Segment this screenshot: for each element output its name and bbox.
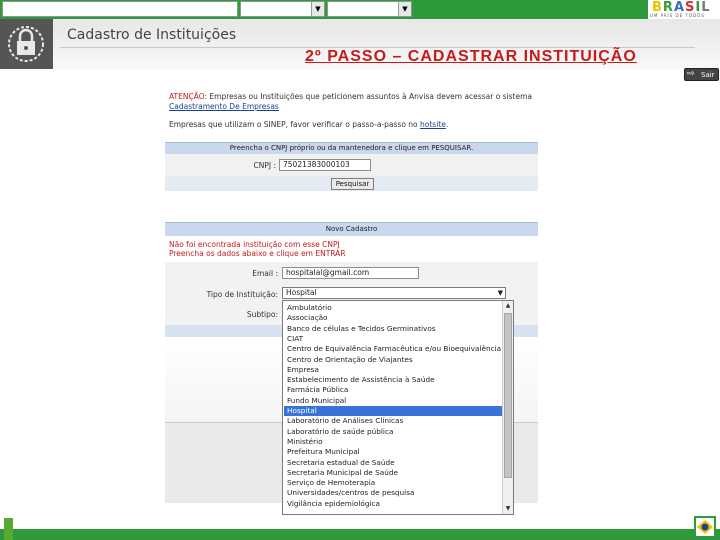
email-field[interactable]: hospitalal@gmail.com: [282, 267, 419, 279]
page-title: Cadastro de Instituições: [67, 27, 237, 43]
exit-label: Sair: [701, 71, 715, 79]
sinep-text: Empresas que utilizam o SINEP, favor ver…: [169, 120, 421, 129]
lock-icon: [8, 26, 44, 62]
scroll-down-icon[interactable]: ▼: [503, 504, 513, 514]
dropdown-option[interactable]: Centro de Orientação de Viajantes: [284, 355, 502, 365]
chevron-down-icon: ▼: [497, 289, 503, 297]
cadastramento-link[interactable]: Cadastramento De Empresas: [169, 102, 279, 111]
bottom-left-accent: [4, 518, 13, 540]
institution-type-value: Hospital: [286, 288, 317, 297]
institution-type-listbox[interactable]: Ambulatório Associação Banco de células e …: [282, 300, 514, 515]
dropdown-option[interactable]: Prefeitura Municipal: [284, 447, 502, 457]
subtype-label: Subtipo:: [246, 310, 278, 319]
dropdown-option[interactable]: Associação: [284, 313, 502, 323]
anvisa-lock-logo: [0, 19, 53, 69]
dropdown-option[interactable]: Laboratório de saúde pública: [284, 427, 502, 437]
sinep-notice: Empresas que utilizam o SINEP, favor ver…: [169, 120, 533, 130]
hotsite-link[interactable]: hotsite: [420, 120, 446, 129]
email-label: Email :: [252, 269, 278, 278]
attention-notice: ATENÇÃO: Empresas ou Instituições que pe…: [169, 92, 533, 112]
cnpj-label: CNPJ :: [253, 161, 277, 170]
dropdown-option[interactable]: Laboratório de Análises Clínicas: [284, 416, 502, 426]
step-title: 2º PASSO – CADASTRAR INSTITUIÇÃO: [305, 48, 637, 65]
dropdown-option[interactable]: Empresa: [284, 365, 502, 375]
chevron-down-icon: ▼: [311, 2, 324, 16]
brasil-logo: BRASIL UM PAÍS DE TODOS: [648, 0, 720, 19]
top-select-1[interactable]: ▼: [240, 1, 325, 17]
sinep-end: .: [445, 120, 449, 129]
dropdown-option[interactable]: Vigilância epidemiológica: [284, 499, 502, 509]
dropdown-option[interactable]: Serviço de Hemoterapia: [284, 478, 502, 488]
bottom-bar: [0, 529, 720, 540]
institution-type-select[interactable]: Hospital ▼: [282, 287, 506, 299]
dropdown-option[interactable]: Farmácia Pública: [284, 385, 502, 395]
brasil-flag-icon: [694, 516, 716, 538]
scroll-up-icon[interactable]: ▲: [503, 301, 513, 311]
top-select-2[interactable]: ▼: [327, 1, 412, 17]
new-registration-heading: Novo Cadastro: [165, 222, 538, 236]
dropdown-option[interactable]: Universidades/centros de pesquisa: [284, 488, 502, 498]
exit-icon: ⇨: [687, 69, 695, 79]
not-found-message: Não foi encontrada instituição com esse …: [169, 240, 469, 258]
attention-text: Empresas ou Instituições que peticionem …: [207, 92, 532, 101]
dropdown-option[interactable]: Ministério: [284, 437, 502, 447]
listbox-scrollbar[interactable]: ▲ ▼: [502, 301, 513, 514]
exit-button[interactable]: ⇨ Sair: [684, 68, 719, 81]
search-heading: Preencha o CNPJ próprio ou da mantenedor…: [165, 142, 538, 154]
dropdown-option[interactable]: Secretaria Municipal de Saúde: [284, 468, 502, 478]
dropdown-option[interactable]: Hospital: [284, 406, 502, 416]
dropdown-option[interactable]: Secretaria estadual de Saúde: [284, 458, 502, 468]
not-found-line-1: Não foi encontrada instituição com esse …: [169, 240, 340, 249]
dropdown-option[interactable]: Fundo Municipal: [284, 396, 502, 406]
top-search-input[interactable]: [2, 1, 238, 17]
cnpj-field[interactable]: 75021383000103: [279, 159, 371, 171]
not-found-line-2: Preencha os dados abaixo e clique em ENT…: [169, 249, 346, 258]
attention-prefix: ATENÇÃO:: [169, 92, 208, 101]
dropdown-option[interactable]: Ambulatório: [284, 303, 502, 313]
brasil-slogan: UM PAÍS DE TODOS: [650, 13, 705, 18]
search-button[interactable]: Pesquisar: [331, 178, 374, 190]
dropdown-option[interactable]: Centro de Equivalência Farmacêutica e/ou…: [284, 344, 502, 354]
dropdown-option[interactable]: CIAT: [284, 334, 502, 344]
scroll-thumb[interactable]: [504, 313, 512, 478]
institution-type-label: Tipo de Instituição:: [206, 290, 278, 299]
chevron-down-icon: ▼: [398, 2, 411, 16]
dropdown-option[interactable]: Banco de células e Tecidos Germinativos: [284, 324, 502, 334]
dropdown-option[interactable]: Estabelecimento de Assistência à Saúde: [284, 375, 502, 385]
